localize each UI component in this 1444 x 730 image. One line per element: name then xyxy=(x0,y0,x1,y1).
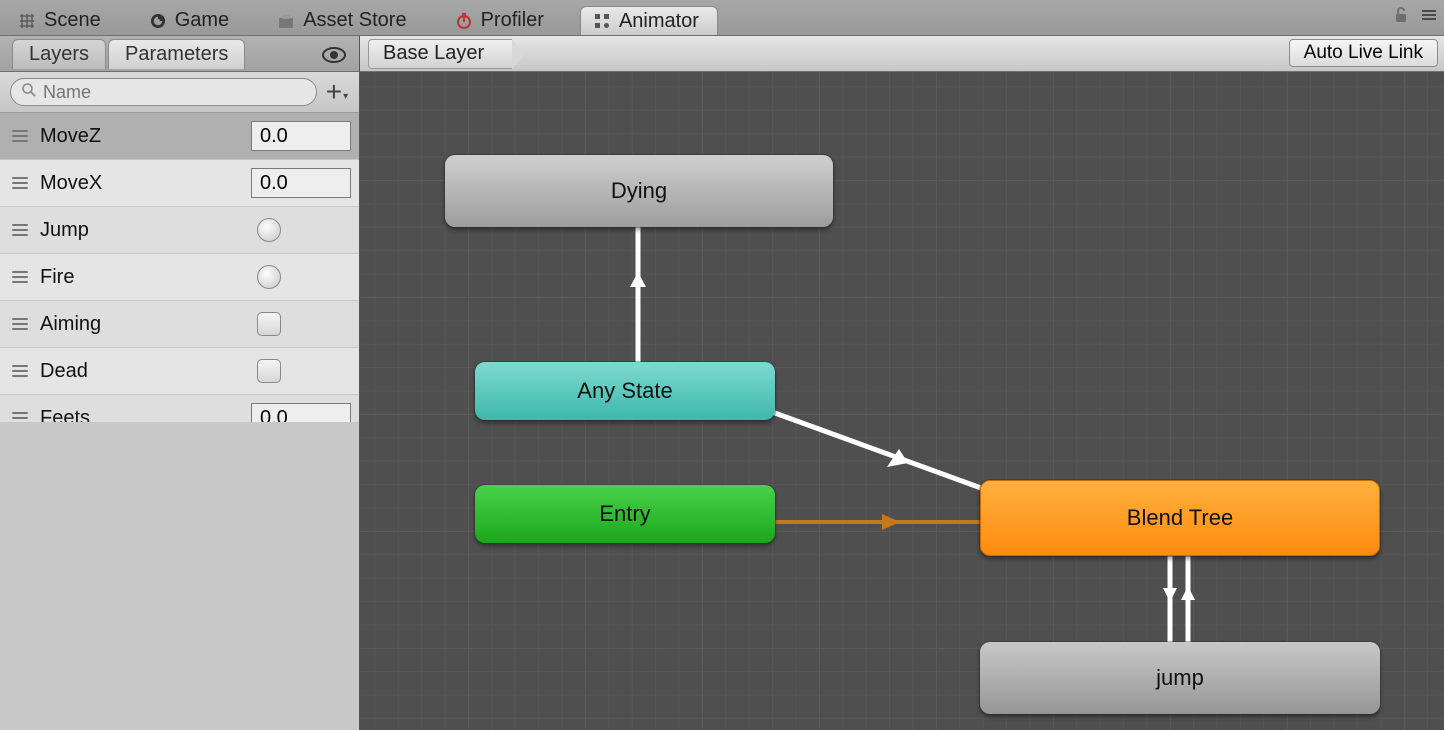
parameter-value-checkbox[interactable] xyxy=(257,359,281,383)
parameter-row-feets[interactable]: Feets xyxy=(0,395,359,422)
parameter-value-float[interactable] xyxy=(251,403,351,422)
search-icon xyxy=(21,82,37,103)
window-menu-icon[interactable] xyxy=(1420,6,1438,24)
state-node-anystate[interactable]: Any State xyxy=(475,362,775,420)
parameter-row-fire[interactable]: Fire xyxy=(0,254,359,301)
breadcrumb-bar: Base Layer Auto Live Link xyxy=(360,36,1444,72)
parameter-list: MoveZ MoveX Jump Fire Aiming xyxy=(0,113,359,422)
parameter-row-movez[interactable]: MoveZ xyxy=(0,113,359,160)
parameter-name: Jump xyxy=(40,219,257,242)
parameters-panel: Layers Parameters +▾ MoveZ xyxy=(0,36,360,730)
tab-scene[interactable]: Scene xyxy=(6,6,119,35)
tab-animator-label: Animator xyxy=(619,10,699,33)
parameter-value-trigger[interactable] xyxy=(257,265,281,289)
profiler-icon xyxy=(455,12,473,30)
animator-icon xyxy=(593,12,611,30)
drag-handle-icon[interactable] xyxy=(10,365,30,377)
add-parameter-button[interactable]: +▾ xyxy=(325,80,349,104)
top-tab-strip: Scene Game Asset Store Profiler Animator xyxy=(0,0,1444,36)
tab-profiler-label: Profiler xyxy=(481,9,544,32)
parameter-row-jump[interactable]: Jump xyxy=(0,207,359,254)
auto-live-link-button[interactable]: Auto Live Link xyxy=(1289,39,1438,67)
state-node-jump[interactable]: jump xyxy=(980,642,1380,714)
parameter-search-input[interactable] xyxy=(43,82,306,103)
parameter-row-aiming[interactable]: Aiming xyxy=(0,301,359,348)
tab-assetstore-label: Asset Store xyxy=(303,9,406,32)
tab-assetstore[interactable]: Asset Store xyxy=(265,6,424,35)
drag-handle-icon[interactable] xyxy=(10,177,30,189)
parameter-name: Feets xyxy=(40,407,251,422)
state-machine-canvas[interactable]: Dying Any State Entry Blend Tree jump xyxy=(360,72,1444,730)
subtab-parameters[interactable]: Parameters xyxy=(108,39,245,69)
parameter-value-checkbox[interactable] xyxy=(257,312,281,336)
tab-profiler[interactable]: Profiler xyxy=(443,6,562,35)
assetstore-icon xyxy=(277,12,295,30)
drag-handle-icon[interactable] xyxy=(10,271,30,283)
scene-icon xyxy=(18,12,36,30)
drag-handle-icon[interactable] xyxy=(10,412,30,422)
parameter-name: MoveX xyxy=(40,172,251,195)
tab-game-label: Game xyxy=(175,9,229,32)
plus-icon: + xyxy=(326,78,342,106)
dropdown-caret-icon: ▾ xyxy=(343,92,348,102)
animator-graph-area: Base Layer Auto Live Link xyxy=(360,36,1444,730)
state-node-entry[interactable]: Entry xyxy=(475,485,775,543)
parameter-name: MoveZ xyxy=(40,125,251,148)
parameter-search-field[interactable] xyxy=(10,78,317,106)
visibility-toggle-icon[interactable] xyxy=(321,42,347,68)
drag-handle-icon[interactable] xyxy=(10,130,30,142)
sidebar-subtabs: Layers Parameters xyxy=(0,36,359,72)
drag-handle-icon[interactable] xyxy=(10,318,30,330)
state-node-blendtree[interactable]: Blend Tree xyxy=(980,480,1380,556)
game-icon xyxy=(149,12,167,30)
parameter-name: Dead xyxy=(40,360,257,383)
parameter-value-float[interactable] xyxy=(251,121,351,151)
tab-game[interactable]: Game xyxy=(137,6,247,35)
subtab-layers[interactable]: Layers xyxy=(12,39,106,69)
tab-scene-label: Scene xyxy=(44,9,101,32)
drag-handle-icon[interactable] xyxy=(10,224,30,236)
parameter-value-trigger[interactable] xyxy=(257,218,281,242)
state-label: Dying xyxy=(611,178,667,204)
parameter-name: Aiming xyxy=(40,313,257,336)
state-node-dying[interactable]: Dying xyxy=(445,155,833,227)
state-label: Any State xyxy=(577,378,672,404)
parameter-search-row: +▾ xyxy=(0,72,359,113)
state-label: jump xyxy=(1156,665,1204,691)
state-label: Blend Tree xyxy=(1127,505,1233,531)
sidebar-empty-space xyxy=(0,422,359,730)
breadcrumb-root[interactable]: Base Layer xyxy=(368,39,512,69)
tab-animator[interactable]: Animator xyxy=(580,6,718,35)
parameter-row-dead[interactable]: Dead xyxy=(0,348,359,395)
parameter-value-float[interactable] xyxy=(251,168,351,198)
lock-icon[interactable] xyxy=(1392,6,1410,24)
parameter-row-movex[interactable]: MoveX xyxy=(0,160,359,207)
state-label: Entry xyxy=(599,501,650,527)
parameter-name: Fire xyxy=(40,266,257,289)
main-split: Layers Parameters +▾ MoveZ xyxy=(0,36,1444,730)
